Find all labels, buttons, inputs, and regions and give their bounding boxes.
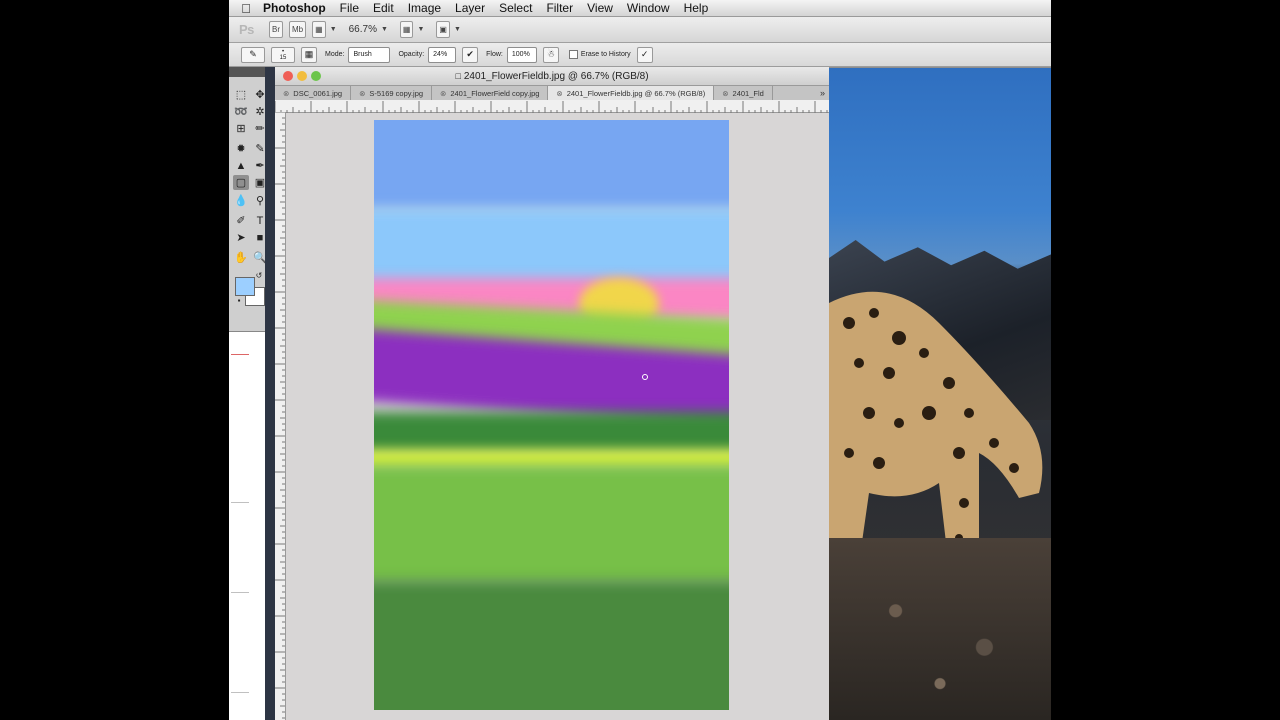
bottom-green-band <box>374 580 729 710</box>
menu-app-name[interactable]: Photoshop <box>263 1 326 15</box>
hand-icon[interactable]: ✋ <box>233 250 249 265</box>
tab-label: 2401_FlowerFieldb.jpg @ 66.7% (RGB/8) <box>566 88 706 98</box>
opacity-label: Opacity: <box>398 51 425 58</box>
menu-help[interactable]: Help <box>684 1 709 15</box>
tab-s-5169-copy[interactable]: ⊗ S-5169 copy.jpg <box>351 86 433 100</box>
document-tabs: ⊗ DSC_0061.jpg ⊗ S-5169 copy.jpg ⊗ 2401_Flo… <box>275 86 829 101</box>
close-tab-icon[interactable]: ⊗ <box>283 89 289 98</box>
tab-label: 2401_Fld <box>732 88 764 98</box>
dark-green-band <box>374 412 729 454</box>
horizontal-ruler[interactable] <box>274 100 829 113</box>
mode-label: Mode: <box>325 51 345 58</box>
mini-bridge-button[interactable]: Mb <box>289 21 307 38</box>
mode-select[interactable]: Brush <box>348 46 391 63</box>
divider <box>231 354 249 355</box>
marquee-icon[interactable]: ⬚ <box>233 87 249 102</box>
document-title: 2401_FlowerFieldb.jpg @ 66.7% (RGB/8) <box>463 71 649 82</box>
document-window: □ 2401_FlowerFieldb.jpg @ 66.7% (RGB/8) ⊗… <box>274 67 829 720</box>
tab-label: 2401_FlowerField copy.jpg <box>450 88 540 98</box>
close-tab-icon[interactable]: ⊗ <box>440 89 446 98</box>
default-colors-icon[interactable]: ▪ <box>231 293 247 308</box>
eraser-icon[interactable]: ▢ <box>233 175 249 190</box>
menu-view[interactable]: View <box>587 1 613 15</box>
application-bar: Ps Br Mb ▦ ▼ 66.7% ▼ ▦ ▼ ▣ ▼ <box>229 17 1051 43</box>
mode-value: Brush <box>353 51 372 58</box>
close-tab-icon[interactable]: ⊗ <box>722 89 728 98</box>
divider <box>231 502 249 503</box>
eraser-cursor-icon <box>642 374 648 380</box>
chevron-down-icon[interactable]: ▼ <box>454 26 461 33</box>
ruler-ticks <box>274 101 828 113</box>
canvas-area[interactable] <box>286 113 829 720</box>
menu-edit[interactable]: Edit <box>373 1 394 15</box>
apple-icon[interactable]:  <box>229 1 263 16</box>
panel-scroll-strip[interactable] <box>265 67 275 720</box>
brush-panel-icon[interactable]: ▦ <box>301 46 317 63</box>
brush-preset-picker[interactable]: • 15 <box>271 46 295 63</box>
flow-value: 100% <box>511 51 530 58</box>
chevron-down-icon[interactable]: ▼ <box>330 26 337 33</box>
tab-label: DSC_0061.jpg <box>293 88 343 98</box>
stamp-icon[interactable]: ▲ <box>233 158 249 173</box>
view-extras-button[interactable]: ▦ <box>312 21 326 38</box>
tab-flowerfield-copy[interactable]: ⊗ 2401_FlowerField copy.jpg <box>432 86 549 100</box>
airbrush-icon[interactable]: ☃ <box>542 46 559 63</box>
lasso-icon[interactable]: ➿ <box>233 104 249 119</box>
left-panel-strip <box>229 332 266 720</box>
chevron-down-icon[interactable]: ▼ <box>417 26 424 33</box>
document-icon: □ <box>455 71 461 81</box>
flow-input[interactable]: 100% <box>506 46 537 63</box>
opacity-value: 24% <box>433 51 448 58</box>
tab-label: S-5169 copy.jpg <box>369 88 424 98</box>
erase-history-checkbox[interactable] <box>568 50 578 59</box>
flower-field-painting[interactable] <box>374 120 729 710</box>
close-window-button[interactable] <box>283 71 293 81</box>
blur-icon[interactable]: 💧 <box>233 193 249 208</box>
document-title-bar[interactable]: □ 2401_FlowerFieldb.jpg @ 66.7% (RGB/8) <box>275 67 829 86</box>
airbrush-pressure-icon[interactable]: ✔ <box>462 46 479 63</box>
opacity-input[interactable]: 24% <box>428 46 457 63</box>
close-tab-icon[interactable]: ⊗ <box>556 89 562 98</box>
tool-preset-picker[interactable]: ✎ <box>241 46 265 63</box>
divider <box>231 692 249 693</box>
sky-top-band <box>374 120 729 210</box>
close-tab-icon[interactable]: ⊗ <box>359 89 365 98</box>
menu-layer[interactable]: Layer <box>455 1 485 15</box>
tab-dsc-0061[interactable]: ⊗ DSC_0061.jpg <box>275 86 352 100</box>
pen-icon[interactable]: ✐ <box>233 213 249 228</box>
grass-band <box>374 465 729 585</box>
menu-filter[interactable]: Filter <box>546 1 573 15</box>
menu-select[interactable]: Select <box>499 1 532 15</box>
menu-bar:  Photoshop File Edit Image Layer Select… <box>229 0 1051 17</box>
snow-leopard-photo[interactable] <box>829 68 1051 720</box>
tab-flowerfield-truncated[interactable]: ⊗ 2401_Fld <box>714 86 773 100</box>
zoom-window-button[interactable] <box>311 71 321 81</box>
rocky-ground <box>829 538 1051 720</box>
arrange-documents-button[interactable]: ▦ <box>399 21 414 38</box>
minimize-window-button[interactable] <box>297 71 307 81</box>
divider <box>231 592 249 593</box>
screen:  Photoshop File Edit Image Layer Select… <box>229 0 1051 720</box>
vertical-ruler[interactable] <box>275 111 286 720</box>
brush-size-value: 15 <box>279 54 287 61</box>
options-bar: ✎ • 15 ▦ Mode: Brush Opacity: 24% ✔ Flow:… <box>229 43 1051 67</box>
path-select-icon[interactable]: ➤ <box>233 230 249 245</box>
menu-file[interactable]: File <box>340 1 359 15</box>
healing-icon[interactable]: ✹ <box>233 141 249 156</box>
screen-mode-button[interactable]: ▣ <box>436 21 450 38</box>
photoshop-logo: Ps <box>239 22 254 37</box>
bridge-button[interactable]: Br <box>269 21 283 38</box>
tablet-pressure-icon[interactable]: ✓ <box>636 46 653 63</box>
tab-flowerfieldb[interactable]: ⊗ 2401_FlowerFieldb.jpg @ 66.7% (RGB/8) <box>548 86 715 100</box>
menu-image[interactable]: Image <box>408 1 441 15</box>
menu-window[interactable]: Window <box>627 1 670 15</box>
tab-overflow-icon[interactable]: » <box>820 86 825 100</box>
zoom-level-select[interactable]: 66.7% <box>349 24 377 35</box>
ruler-ticks <box>275 111 285 719</box>
erase-history-label: Erase to History <box>580 51 631 58</box>
crop-icon[interactable]: ⊞ <box>233 121 249 136</box>
chevron-down-icon[interactable]: ▼ <box>381 26 388 33</box>
flow-label: Flow: <box>486 51 503 58</box>
